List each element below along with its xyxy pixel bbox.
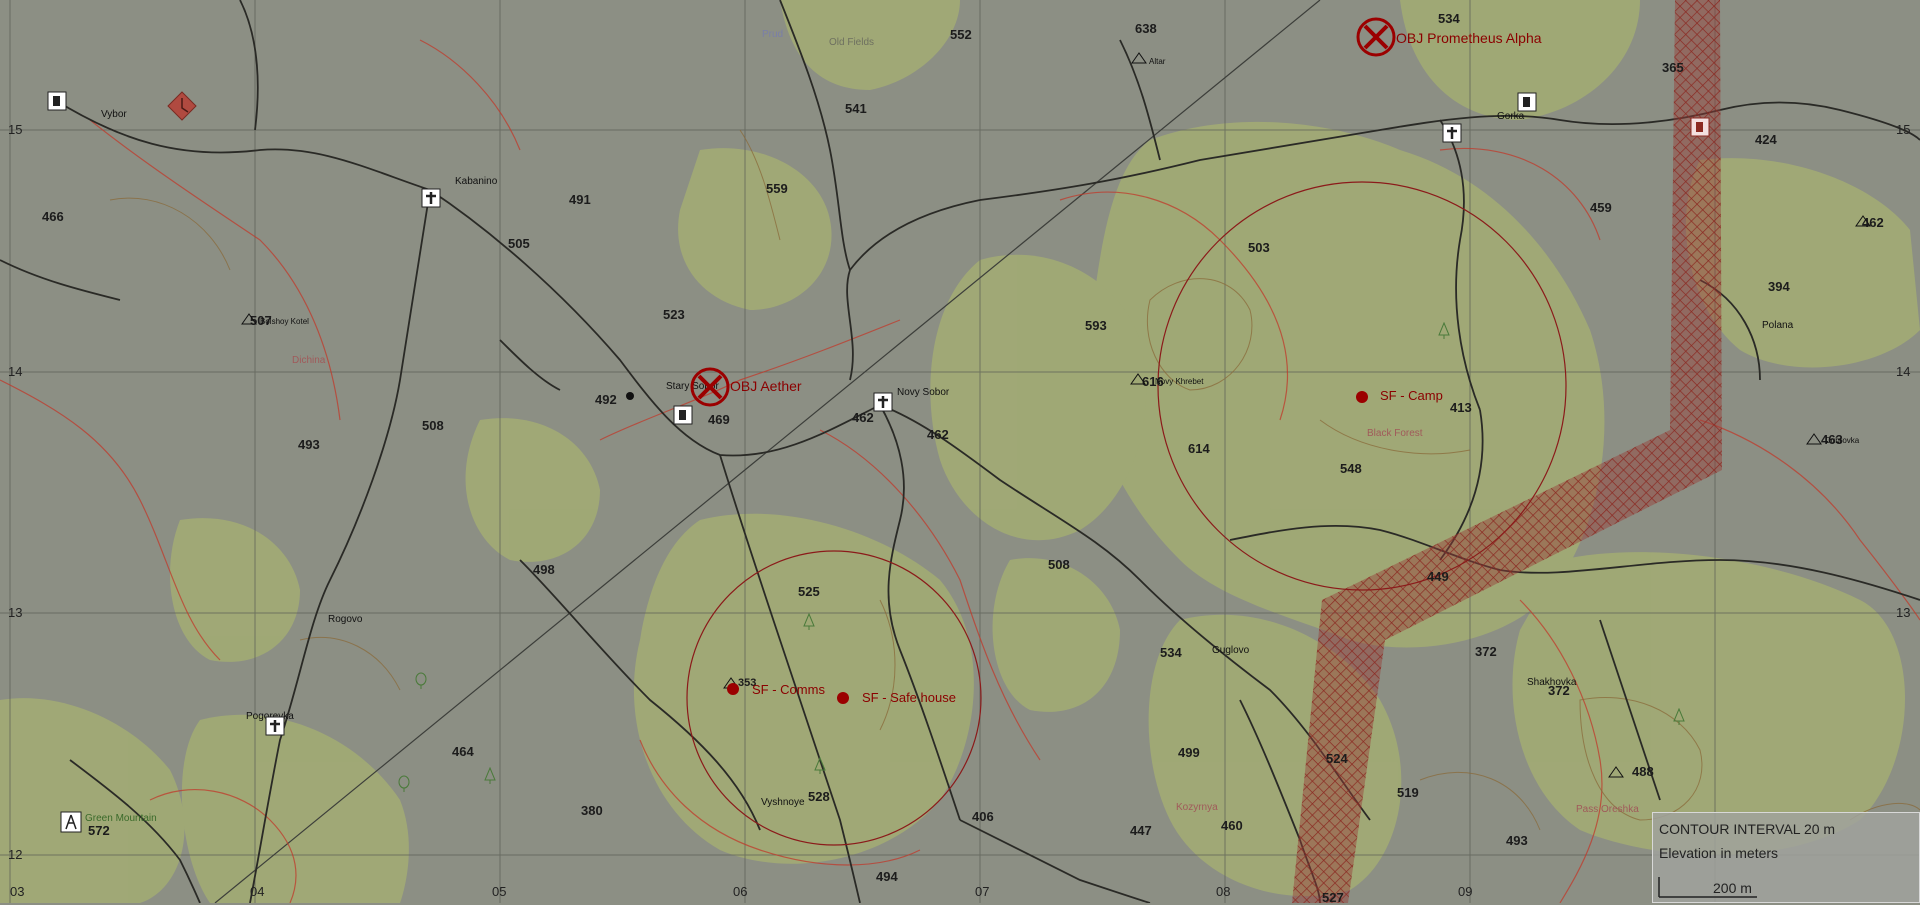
bush-icon: [415, 672, 427, 695]
terrain-layer: [0, 0, 1920, 903]
sf-camp-marker-icon[interactable]: [1355, 390, 1369, 409]
fuel-station-icon: [1517, 92, 1537, 117]
hazard-diamond-icon: [166, 90, 198, 127]
sf-safehouse-marker-icon[interactable]: [836, 691, 850, 710]
scale-label: 200 m: [1713, 880, 1752, 896]
contour-interval-text: CONTOUR INTERVAL 20 m: [1659, 821, 1836, 837]
tree-icon: [803, 612, 815, 636]
rock-icon: [241, 312, 257, 330]
tree-icon: [1673, 707, 1685, 731]
objective-prometheus-icon[interactable]: [1356, 17, 1396, 62]
scale-bar: [1658, 877, 1757, 898]
rock-icon: [1806, 432, 1822, 450]
sf-safehouse-label: SF - Safe house: [862, 690, 956, 705]
rock-icon: [1855, 214, 1871, 232]
rock-icon: [1608, 765, 1624, 783]
well-icon: [625, 388, 635, 406]
sf-comms-marker-icon[interactable]: [726, 682, 740, 701]
transmitter-icon: [60, 811, 82, 838]
objective-aether-label: OBJ Aether: [730, 378, 802, 394]
church-icon: [421, 188, 441, 213]
tree-icon: [484, 766, 496, 790]
sf-comms-label: SF - Comms: [752, 682, 825, 697]
objective-prometheus-label: OBJ Prometheus Alpha: [1396, 30, 1542, 46]
church-icon: [873, 392, 893, 417]
sf-camp-label: SF - Camp: [1380, 388, 1443, 403]
bush-icon: [398, 775, 410, 798]
rock-icon: [1130, 372, 1146, 390]
tree-icon: [814, 756, 826, 780]
map-legend: CONTOUR INTERVAL 20 m Elevation in meter…: [1652, 812, 1920, 903]
elevation-unit-text: Elevation in meters: [1659, 845, 1779, 861]
map-view[interactable]: 15 14 13 12 15 14 13 03 04 05 06 07 08 0…: [0, 0, 1920, 905]
objective-aether-icon[interactable]: [690, 367, 730, 412]
fuel-station-icon: [47, 91, 67, 116]
tree-icon: [1438, 321, 1450, 345]
church-icon: [1442, 123, 1462, 148]
fuel-station-icon: [1690, 117, 1710, 142]
rock-icon: [1131, 51, 1147, 69]
church-icon: [265, 716, 285, 741]
